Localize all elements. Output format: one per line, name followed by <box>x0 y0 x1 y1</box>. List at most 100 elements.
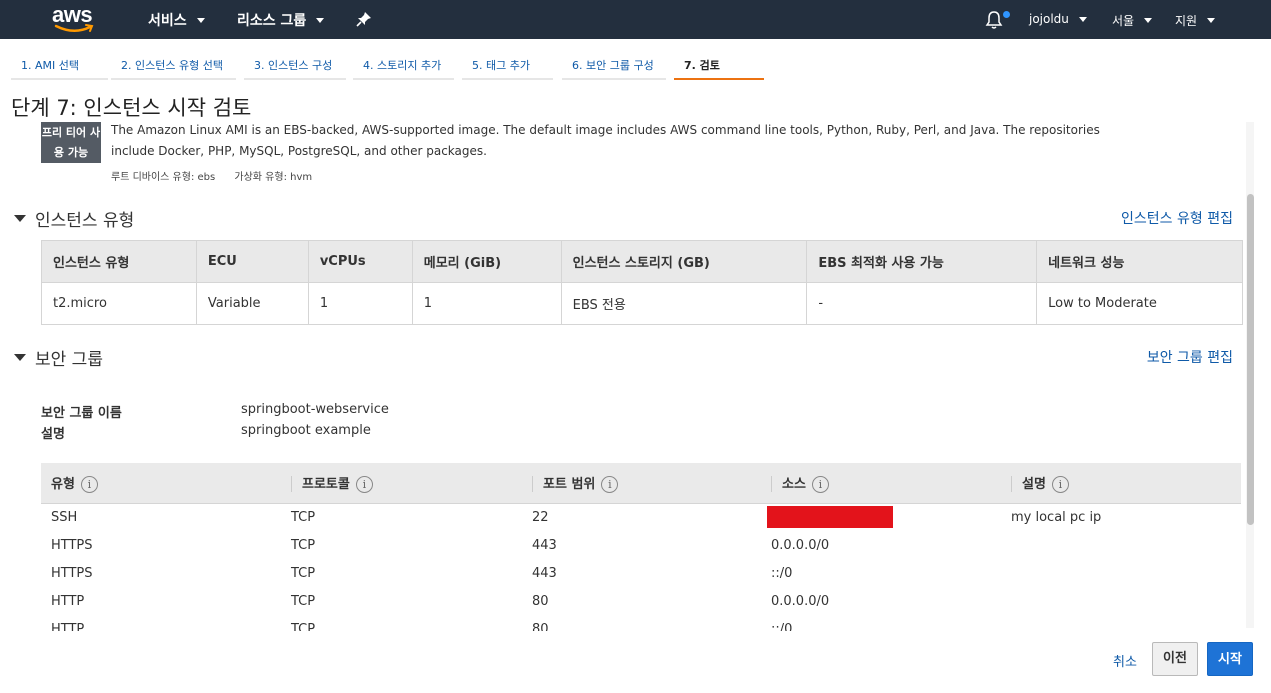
column-header: 인스턴스 유형 <box>41 240 197 283</box>
table-cell: 443 <box>532 565 557 581</box>
info-icon[interactable]: i <box>1051 475 1069 493</box>
column-header-port-range: 포트 범위 i <box>522 463 761 504</box>
column-label: 설명 <box>1022 476 1046 492</box>
column-header: 메모리 (GiB) <box>411 240 562 283</box>
column-label: 프로토콜 <box>302 476 350 492</box>
table-header-row: 인스턴스 유형 ECU vCPUs 메모리 (GiB) 인스턴스 스토리지 (G… <box>41 240 1243 283</box>
column-header: 네트워크 성능 <box>1036 240 1243 283</box>
support-menu[interactable]: 지원 <box>1175 12 1216 29</box>
security-group-section-toggle[interactable]: 보안 그룹 <box>14 345 103 370</box>
table-cell: HTTP <box>51 593 85 609</box>
chevron-down-icon <box>1078 16 1087 22</box>
column-label: 포트 범위 <box>543 476 596 492</box>
security-rules-table: 유형 i 프로토콜 i 포트 범위 i 소스 i 설명 i SSH TCP 22… <box>41 463 1241 631</box>
review-content: 프리 티어 사용 가능 The Amazon Linux AMI is an E… <box>0 120 1256 631</box>
column-divider <box>771 476 772 493</box>
table-cell: HTTPS <box>51 565 93 581</box>
tab-ami-select[interactable]: 1. AMI 선택 <box>11 48 108 80</box>
info-icon[interactable]: i <box>355 475 373 493</box>
sg-name-value: springboot-webservice <box>241 402 389 417</box>
tab-instance-type[interactable]: 2. 인스턴스 유형 선택 <box>111 48 236 80</box>
table-cell: my local pc ip <box>1011 509 1102 525</box>
sg-description-label: 설명 <box>41 427 65 442</box>
launch-button[interactable]: 시작 <box>1207 642 1253 676</box>
chevron-down-icon <box>196 17 205 23</box>
wizard-footer: 취소 이전 시작 <box>0 631 1271 693</box>
table-cell: TCP <box>291 509 316 525</box>
root-device-type: 루트 디바이스 유형: ebs <box>111 172 216 183</box>
edit-instance-type-link[interactable]: 인스턴스 유형 편집 <box>1121 208 1233 228</box>
table-cell: t2.micro <box>41 282 197 325</box>
resource-groups-menu[interactable]: 리소스 그룹 <box>237 10 325 30</box>
virtualization-type: 가상화 유형: hvm <box>234 172 313 183</box>
user-menu[interactable]: jojoldu <box>1029 12 1087 26</box>
chevron-down-icon <box>1207 18 1216 23</box>
tab-instance-config[interactable]: 3. 인스턴스 구성 <box>244 48 346 80</box>
table-cell: TCP <box>291 621 316 632</box>
table-cell: TCP <box>291 565 316 581</box>
aws-logo[interactable]: aws <box>52 2 98 36</box>
info-icon[interactable]: i <box>811 475 829 493</box>
table-cell: 1 <box>411 282 562 325</box>
username: jojoldu <box>1029 12 1069 26</box>
column-header: 인스턴스 스토리지 (GB) <box>560 240 808 283</box>
tab-add-storage[interactable]: 4. 스토리지 추가 <box>353 48 454 80</box>
info-icon[interactable]: i <box>80 475 98 493</box>
sg-name-label: 보안 그룹 이름 <box>41 406 122 421</box>
ami-description: The Amazon Linux AMI is an EBS-backed, A… <box>111 123 1100 158</box>
ami-meta: 루트 디바이스 유형: ebs 가상화 유형: hvm <box>111 168 328 183</box>
table-row: HTTPS TCP 443 ::/0 <box>41 559 1241 587</box>
caret-down-icon <box>14 215 26 222</box>
table-cell: 80 <box>532 593 549 609</box>
instance-type-section-toggle[interactable]: 인스턴스 유형 <box>14 206 134 231</box>
table-cell: ::/0 <box>771 565 793 581</box>
pin-icon[interactable] <box>356 11 372 27</box>
table-cell: ::/0 <box>771 621 793 632</box>
cancel-button[interactable]: 취소 <box>1113 651 1137 670</box>
column-divider <box>291 476 292 493</box>
page-title: 단계 7: 인스턴스 시작 검토 <box>11 96 252 120</box>
column-label: 유형 <box>51 476 75 492</box>
table-header-row: 유형 i 프로토콜 i 포트 범위 i 소스 i 설명 i <box>41 463 1241 504</box>
tab-review[interactable]: 7. 검토 <box>674 48 764 80</box>
table-cell: Variable <box>195 282 309 325</box>
aws-smile-icon <box>54 24 94 32</box>
table-cell <box>1001 615 1241 631</box>
column-divider <box>532 476 533 493</box>
region-label: 서울 <box>1112 14 1135 28</box>
region-menu[interactable]: 서울 <box>1112 12 1153 29</box>
table-cell: TCP <box>291 537 316 553</box>
previous-button[interactable]: 이전 <box>1152 642 1198 676</box>
edit-security-group-link[interactable]: 보안 그룹 편집 <box>1147 347 1233 367</box>
table-row: t2.micro Variable 1 1 EBS 전용 - Low to Mo… <box>41 282 1243 325</box>
table-cell: - <box>806 282 1038 325</box>
security-group-heading: 보안 그룹 <box>35 350 103 370</box>
column-divider <box>1011 476 1012 493</box>
table-row: HTTP TCP 80 ::/0 <box>41 615 1241 632</box>
table-cell: 0.0.0.0/0 <box>771 593 830 609</box>
services-menu[interactable]: 서비스 <box>148 10 205 30</box>
column-header-source: 소스 i <box>761 463 1001 504</box>
column-header-description: 설명 i <box>1001 463 1241 504</box>
table-cell: 80 <box>532 621 549 632</box>
top-navigation-bar: aws 서비스 리소스 그룹 jojoldu 서울 지원 <box>0 0 1271 39</box>
column-header-protocol: 프로토콜 i <box>281 463 522 504</box>
caret-down-icon <box>14 354 26 361</box>
instance-type-heading: 인스턴스 유형 <box>35 211 135 231</box>
free-tier-badge: 프리 티어 사용 가능 <box>41 122 101 163</box>
redacted-source-ip <box>767 506 893 529</box>
tab-security-group[interactable]: 6. 보안 그룹 구성 <box>562 48 666 80</box>
table-cell: SSH <box>51 509 78 525</box>
resource-groups-label: 리소스 그룹 <box>237 13 307 29</box>
sg-description-value: springboot example <box>241 423 371 438</box>
table-cell: 1 <box>307 282 413 325</box>
table-row: HTTP TCP 80 0.0.0.0/0 <box>41 587 1241 615</box>
table-cell <box>1001 587 1241 615</box>
column-header-type: 유형 i <box>41 463 281 504</box>
table-cell: EBS 전용 <box>560 282 808 325</box>
bell-icon[interactable] <box>985 10 1003 30</box>
info-icon[interactable]: i <box>601 475 619 493</box>
table-row: HTTPS TCP 443 0.0.0.0/0 <box>41 531 1241 559</box>
scrollbar-thumb[interactable] <box>1247 194 1254 525</box>
tab-add-tags[interactable]: 5. 태그 추가 <box>462 48 553 80</box>
